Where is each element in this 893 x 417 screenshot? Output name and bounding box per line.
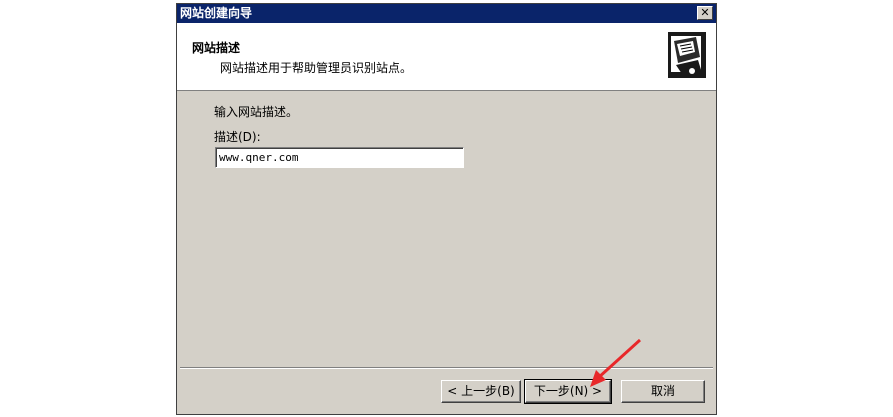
close-button[interactable]: ✕ <box>697 6 713 20</box>
description-prompt: 输入网站描述。 <box>214 105 299 119</box>
cancel-button[interactable]: 取消 <box>621 380 705 403</box>
button-separator <box>180 367 713 369</box>
header-title: 网站描述 <box>192 41 241 55</box>
description-input[interactable]: www.qner.com <box>215 147 464 168</box>
wizard-header: 网站描述 网站描述用于帮助管理员识别站点。 <box>177 23 716 91</box>
next-button[interactable]: 下一步(N) > <box>524 379 612 404</box>
description-label: 描述(D): <box>214 130 261 144</box>
close-icon: ✕ <box>700 6 710 19</box>
wizard-content: 输入网站描述。 描述(D): www.qner.com <box>177 91 716 368</box>
header-subtitle: 网站描述用于帮助管理员识别站点。 <box>220 61 413 75</box>
back-button[interactable]: < 上一步(B) <box>441 380 521 403</box>
title-bar[interactable]: 网站创建向导 ✕ <box>177 4 716 23</box>
window-title: 网站创建向导 <box>180 6 253 20</box>
website-creation-wizard-dialog: 网站创建向导 ✕ 网站描述 网站描述用于帮助管理员识别站点。 输入网站描述。 描… <box>176 3 717 415</box>
book-document-icon <box>662 27 712 84</box>
